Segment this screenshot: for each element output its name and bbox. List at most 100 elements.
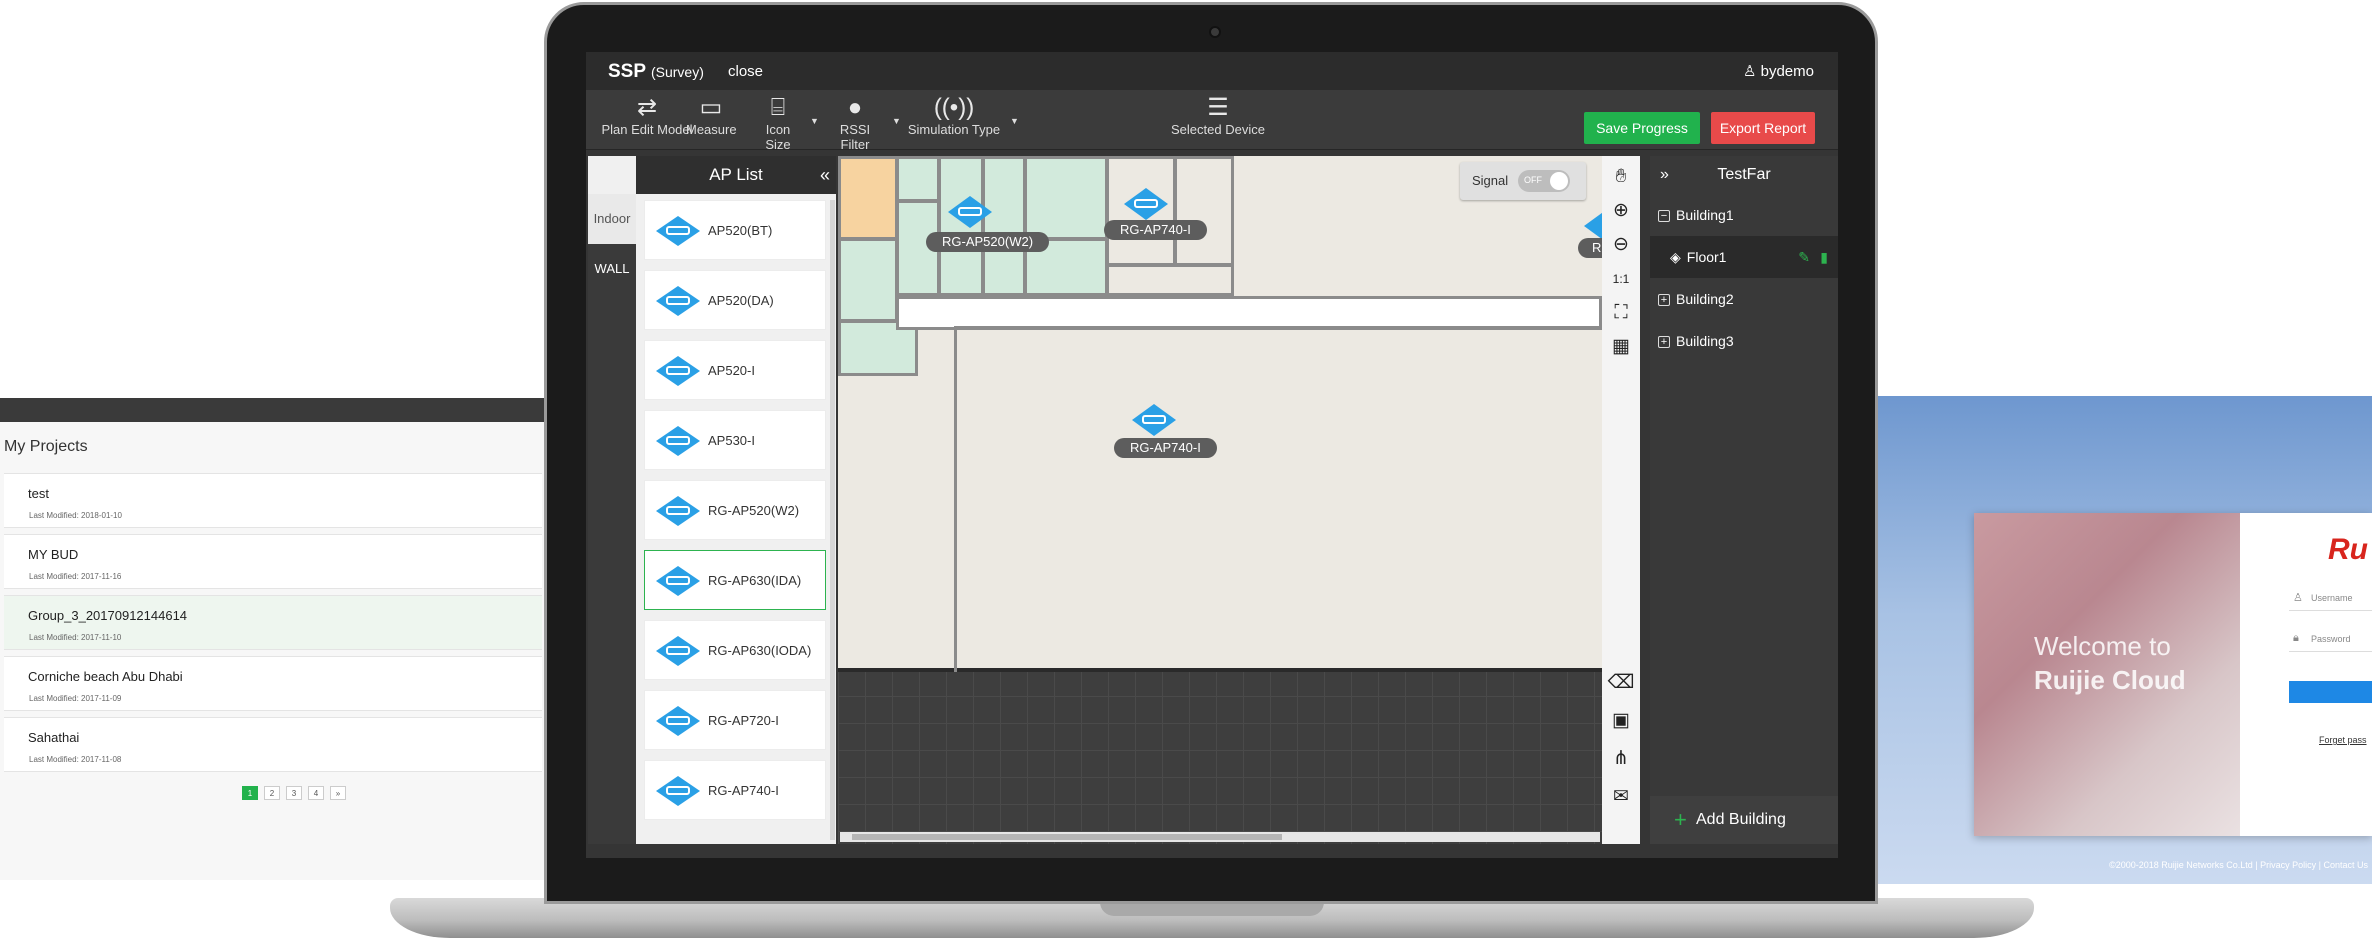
ap-device-icon [656,496,700,526]
hall [954,326,1602,672]
measure-tool[interactable]: ▭ Measure [686,90,737,150]
ap-list-item[interactable]: AP520(DA) [644,270,826,330]
project-name: MY BUD [28,547,79,562]
ap-list-item[interactable]: RG-AP520(W2) [644,480,826,540]
placed-ap-label[interactable]: RG-AP520(W2) [926,232,1050,252]
ap-list-item[interactable]: AP520(BT) [644,200,826,260]
tree-building-3[interactable]: + Building3 [1650,320,1838,362]
password-field[interactable]: 🔒︎ Password [2289,628,2372,652]
expand-icon[interactable]: + [1658,336,1670,349]
tab-wall[interactable]: WALL [588,244,636,294]
ap-icon[interactable] [1120,186,1172,222]
collapse-icon[interactable]: « [820,156,830,194]
export-report-button[interactable]: Export Report [1711,112,1815,144]
hand-icon[interactable]: ✋︎ [1602,160,1640,194]
ap-list-item[interactable]: RG-AP740-I [644,760,826,820]
project-item[interactable]: MY BUD Last Modified: 2017-11-16 [4,534,542,589]
login-panel: Welcome to Ruijie Cloud Ru ♙ Username 🔒︎ … [1878,396,2372,884]
project-modified: Last Modified: 2017-11-16 [29,572,122,581]
placed-ap-label[interactable]: RG- [1578,238,1602,258]
mail-icon[interactable]: ✉︎ [1602,780,1640,814]
room [1106,264,1234,296]
scrollbar-thumb[interactable] [852,834,1282,840]
rssi-filter-tool[interactable]: ● RSSI Filter ▼ [824,90,901,152]
room [896,156,940,202]
actual-size-icon[interactable]: 1:1 [1602,262,1640,296]
corridor [896,296,1602,330]
plus-icon: + [1674,807,1687,832]
brand-logo: Ru [2328,533,2368,566]
add-building-button[interactable]: + Add Building [1650,796,1838,844]
page-4-button[interactable]: 4 [308,786,324,800]
ap-device-icon [656,706,700,736]
zoom-in-icon[interactable]: ⊕ [1602,194,1640,228]
router-icon: ⌸ [770,94,786,121]
ap-list-item[interactable]: RG-AP630(IDA) [644,550,826,610]
ap-list-scrollbar[interactable] [830,200,835,840]
checkerboard-icon[interactable]: ▦ [1602,330,1640,364]
selected-device-label[interactable]: ☰ Selected Device [1170,90,1266,150]
user-menu[interactable]: ♙ bydemo [1743,62,1814,80]
tree-building-1[interactable]: − Building1 [1650,194,1838,236]
page-1-button[interactable]: 1 [242,786,258,800]
ap-list-item[interactable]: RG-AP720-I [644,690,826,750]
expand-icon[interactable]: + [1658,294,1670,307]
forgot-password-link[interactable]: Forget pass [2319,735,2367,745]
fit-screen-icon[interactable]: ⛶ [1602,296,1640,330]
simulation-type-tool[interactable]: ((•)) Simulation Type ▼ [904,90,1019,150]
ap-list-item[interactable]: AP520-I [644,340,826,400]
page-2-button[interactable]: 2 [264,786,280,800]
ap-model-label: AP520(BT) [708,223,773,238]
ap-device-icon [656,356,700,386]
username-field[interactable]: ♙ Username [2289,587,2372,611]
layers-icon: ◈ [1670,249,1681,265]
ap-device-icon [656,216,700,246]
room [1174,156,1234,266]
next-page-button[interactable]: » [330,786,346,800]
ap-icon[interactable] [944,194,996,230]
hands-photo: Welcome to Ruijie Cloud [1974,513,2240,836]
project-item[interactable]: Group_3_20170912144614 Last Modified: 20… [4,595,542,650]
tree-floor-1[interactable]: ◈ Floor1 ✎ ▮ [1650,236,1838,278]
edit-icon[interactable]: ✎ [1798,236,1810,278]
ap-icon[interactable] [1128,402,1180,438]
signal-toggle[interactable]: OFF [1518,170,1570,192]
app-screen: SSP (Survey) close ♙ bydemo ⇄ Plan Edit … [586,52,1838,858]
project-name: TestFar [1717,166,1771,183]
share-icon[interactable]: ⋔ [1602,742,1640,776]
project-item[interactable]: test Last Modified: 2018-01-10 [4,473,542,528]
ap-list-panel: Indoor WALL AP List « AP520(BT) AP520(DA)… [588,156,836,844]
map-horizontal-scrollbar[interactable] [840,832,1600,842]
list-icon: ☰ [1207,94,1229,121]
ap-list-header: AP List « [636,156,836,194]
placed-ap-label[interactable]: RG-AP740-I [1104,220,1207,240]
signal-toggle-panel: Signal OFF [1460,162,1586,200]
login-button[interactable] [2289,681,2372,703]
icon-size-tool[interactable]: ⌸ Icon Size ▼ [752,90,819,152]
projects-topbar [0,398,545,422]
project-item[interactable]: Corniche beach Abu Dhabi Last Modified: … [4,656,542,711]
tab-indoor[interactable]: Indoor [588,194,636,244]
ap-model-label: RG-AP520(W2) [708,503,800,518]
collapse-icon[interactable]: − [1658,210,1670,223]
image-icon[interactable]: ▣ [1602,704,1640,738]
zoom-out-icon[interactable]: ⊖ [1602,228,1640,262]
ap-device-icon [656,566,700,596]
placed-ap-label[interactable]: RG-AP740-I [1114,438,1217,458]
room [838,156,898,240]
project-item[interactable]: Sahathai Last Modified: 2017-11-08 [4,717,542,772]
close-link[interactable]: close [728,63,763,80]
page-3-button[interactable]: 3 [286,786,302,800]
plan-edit-tool[interactable]: ⇄ Plan Edit Model [600,90,694,150]
swap-icon: ⇄ [636,94,658,121]
floor-map[interactable]: RG-AP520(W2) RG-AP740-I RG-AP740-I RG- S… [838,156,1602,844]
ap-list-item[interactable]: AP530-I [644,410,826,470]
trash-icon[interactable]: ▮ [1820,236,1828,278]
tree-building-2[interactable]: + Building2 [1650,278,1838,320]
eraser-icon[interactable]: ⌫ [1602,666,1640,700]
save-progress-button[interactable]: Save Progress [1584,112,1700,144]
ap-device-icon [656,776,700,806]
projects-title: My Projects [4,438,88,455]
ap-list-item[interactable]: RG-AP630(IODA) [644,620,826,680]
app-title: SSP (Survey) [608,61,704,82]
